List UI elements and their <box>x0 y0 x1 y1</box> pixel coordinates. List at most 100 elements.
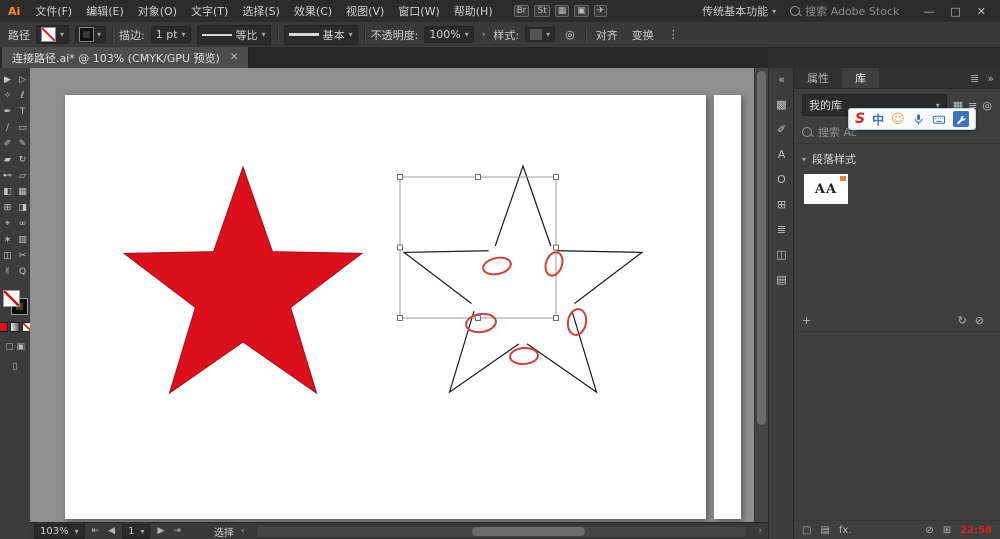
restore-button[interactable]: □ <box>942 5 968 18</box>
type-tool[interactable]: T <box>15 104 30 120</box>
zoom-level-dropdown[interactable]: 103% ▾ <box>34 524 85 539</box>
microphone-icon[interactable] <box>912 113 925 126</box>
perspective-grid-tool[interactable]: ▦ <box>15 184 30 200</box>
paragraph-styles-section[interactable]: ▾ 段落样式 <box>794 144 1000 174</box>
opacity-field[interactable]: 100% ▾ <box>424 26 473 43</box>
close-tab-icon[interactable]: ✕ <box>230 52 238 63</box>
artboard-number-field[interactable]: 1 ▾ <box>122 524 150 539</box>
transform-button[interactable]: 变换 <box>628 27 658 43</box>
last-artboard-icon[interactable]: ⇥ <box>171 526 183 536</box>
minimize-button[interactable]: — <box>915 5 942 18</box>
magic-wand-tool[interactable]: ✧ <box>0 88 15 104</box>
artboards-panel-icon[interactable]: ◫ <box>776 248 786 261</box>
align-panel-icon[interactable]: ≣ <box>777 223 786 236</box>
tab-properties[interactable]: 属性 <box>794 68 842 88</box>
menu-item[interactable]: 选择(S) <box>235 3 287 19</box>
shape-builder-tool[interactable]: ◧ <box>0 184 15 200</box>
brushes-panel-icon[interactable]: ✐ <box>777 123 786 136</box>
gradient-mode-icon[interactable] <box>10 322 20 332</box>
wrench-icon[interactable] <box>953 111 969 127</box>
vertical-scrollbar[interactable] <box>754 68 768 522</box>
sogou-logo-icon[interactable]: S <box>855 111 865 127</box>
screen-mode-icon[interactable]: ▯ <box>13 362 18 372</box>
align-button[interactable]: 对齐 <box>592 27 622 43</box>
section-expand-icon[interactable]: ▾ <box>802 155 806 164</box>
stroke-color-picker[interactable]: ▾ <box>75 26 106 43</box>
width-profile-dropdown[interactable]: 等比 ▾ <box>197 25 271 45</box>
arrange-documents-icon[interactable]: ▣ <box>574 5 589 17</box>
emoji-icon[interactable]: ☺ <box>891 113 905 126</box>
sync-status-icon[interactable]: ◎ <box>982 99 992 112</box>
panel-menu-icon[interactable]: ≣ <box>970 72 979 85</box>
stock-icon[interactable]: St <box>534 5 549 17</box>
next-artboard-icon[interactable]: ▶ <box>155 526 166 536</box>
recolor-artwork-icon[interactable]: ◎ <box>561 28 579 41</box>
opacity-panel-link[interactable]: › <box>480 30 488 40</box>
menu-item[interactable]: 视图(V) <box>339 3 391 19</box>
lasso-tool[interactable]: ℓ <box>15 88 30 104</box>
share-icon[interactable]: ✈ <box>594 5 608 17</box>
red-star-shape[interactable] <box>124 167 362 393</box>
page-icon[interactable]: ▢ <box>802 525 811 536</box>
delete-icon[interactable]: ⊘ <box>975 314 984 327</box>
menu-item[interactable]: 帮助(H) <box>447 3 500 19</box>
swatches-panel-icon[interactable]: ▩ <box>776 98 786 111</box>
style-dropdown[interactable]: ▾ <box>525 27 555 42</box>
stroke-panel-icon[interactable]: O <box>777 173 786 186</box>
menu-item[interactable]: 窗口(W) <box>391 3 446 19</box>
scroll-left-icon[interactable]: ‹ <box>239 526 247 536</box>
free-transform-tool[interactable]: ▱ <box>15 168 30 184</box>
character-styles-panel-icon[interactable]: A <box>778 148 786 161</box>
grid-icon[interactable]: ⊞ <box>943 525 951 536</box>
color-mode-icon[interactable] <box>0 322 8 332</box>
menu-item[interactable]: 文字(T) <box>184 3 235 19</box>
gradient-tool[interactable]: ◨ <box>15 200 30 216</box>
sync-icon[interactable]: ↻ <box>958 314 967 327</box>
vertical-scrollbar-thumb[interactable] <box>757 71 766 425</box>
document-tab[interactable]: 连接路径.ai* @ 103% (CMYK/GPU 预览) ✕ <box>2 47 249 68</box>
keyboard-icon[interactable] <box>932 113 946 126</box>
layers-icon[interactable]: ▤ <box>820 525 829 536</box>
eyedropper-tool[interactable]: ⌖ <box>0 216 15 232</box>
grid-view-icon[interactable]: ▦ <box>555 5 570 17</box>
effects-label[interactable]: fx. <box>839 525 852 536</box>
paragraph-style-thumbnail[interactable]: AA <box>804 174 848 204</box>
workspace-switcher[interactable]: 传统基本功能 ▾ <box>702 3 776 19</box>
menu-item[interactable]: 文件(F) <box>28 3 79 19</box>
fill-stroke-indicator[interactable] <box>3 290 27 314</box>
collapse-panels-icon[interactable]: « <box>778 73 785 86</box>
selection-tool[interactable]: ▶ <box>0 72 15 88</box>
more-options-icon[interactable]: ⋮ <box>664 28 683 41</box>
brush-definition-dropdown[interactable]: 基本 ▾ <box>284 25 358 45</box>
first-artboard-icon[interactable]: ⇤ <box>90 526 102 536</box>
no-color-icon[interactable]: ⊘ <box>925 525 933 536</box>
canvas[interactable] <box>30 68 768 522</box>
artboard-tool[interactable]: ◫ <box>0 248 15 264</box>
zoom-tool[interactable]: Q <box>15 264 30 280</box>
menu-item[interactable]: 编辑(E) <box>79 3 131 19</box>
rectangle-tool[interactable]: ▭ <box>15 120 30 136</box>
stroke-width-field[interactable]: 1 pt ▾ <box>151 26 191 43</box>
language-mode-icon[interactable]: 中 <box>872 111 884 128</box>
layers-panel-icon[interactable]: ▤ <box>776 273 786 286</box>
outline-star-shape[interactable] <box>404 166 642 392</box>
width-tool[interactable]: ⊷ <box>0 168 15 184</box>
blend-tool[interactable]: ∞ <box>15 216 30 232</box>
direct-selection-tool[interactable]: ▷ <box>15 72 30 88</box>
selection-bounding-box[interactable] <box>398 175 559 321</box>
mesh-tool[interactable]: ⊞ <box>0 200 15 216</box>
eraser-tool[interactable]: ▰ <box>0 152 15 168</box>
symbol-sprayer-tool[interactable]: ∗ <box>0 232 15 248</box>
tab-libraries[interactable]: 库 <box>842 68 879 88</box>
horizontal-scrollbar[interactable] <box>256 525 748 538</box>
draw-normal-icon[interactable]: ▢ <box>5 342 14 352</box>
paintbrush-tool[interactable]: ✐ <box>0 136 15 152</box>
pen-tool[interactable]: ✒ <box>0 104 15 120</box>
pencil-tool[interactable]: ✎ <box>15 136 30 152</box>
close-button[interactable]: ✕ <box>969 5 994 18</box>
transform-panel-icon[interactable]: ⊞ <box>777 198 786 211</box>
scroll-right-icon[interactable]: › <box>756 526 764 536</box>
draw-behind-icon[interactable]: ▣ <box>17 342 26 352</box>
bridge-icon[interactable]: Br <box>514 5 530 17</box>
previous-artboard-icon[interactable]: ◀ <box>106 526 117 536</box>
